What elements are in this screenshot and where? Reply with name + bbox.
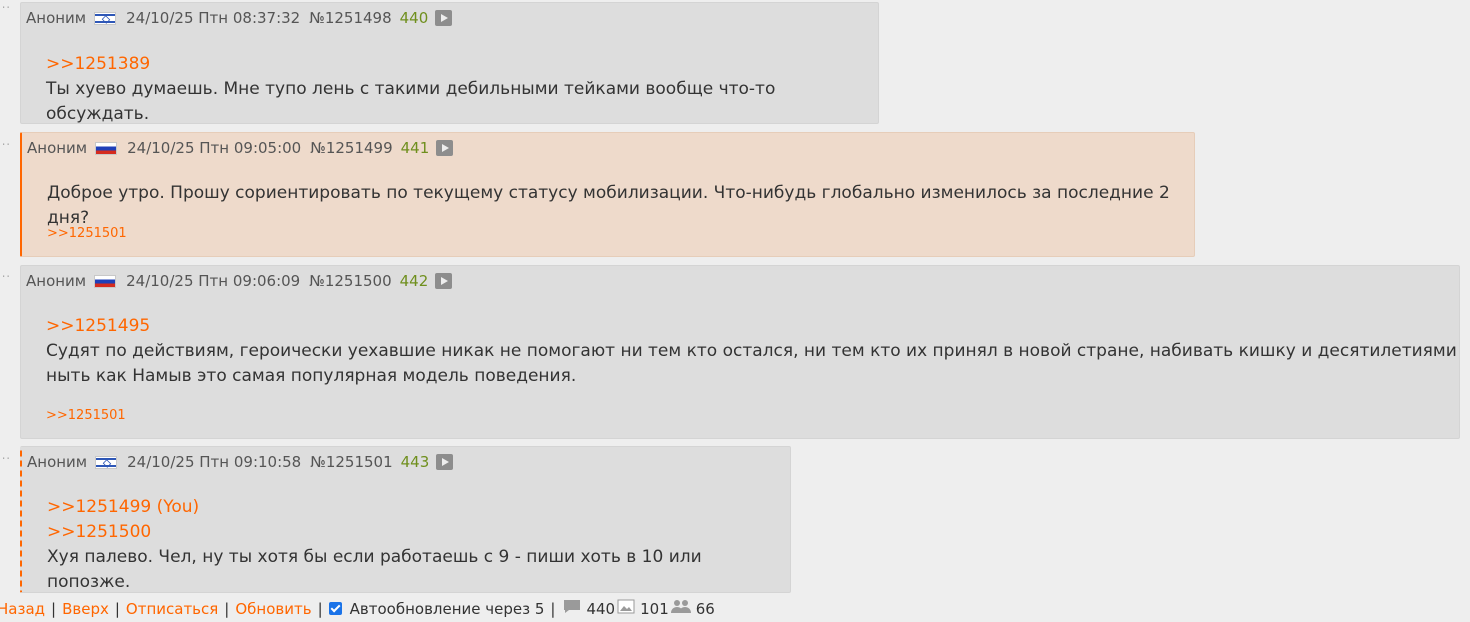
autoupdate-label: Автообновление через 5	[349, 599, 545, 618]
users-count: 66	[695, 599, 715, 618]
unsubscribe-link[interactable]: Отписаться	[126, 600, 218, 618]
post-body: Доброе утро. Прошу сориентировать по тек…	[47, 181, 1194, 231]
refresh-link[interactable]: Обновить	[235, 600, 311, 618]
users-count-icon	[670, 599, 691, 618]
post-text-line: Ты хуево думаешь. Мне тупо лень с такими…	[46, 79, 776, 124]
autoupdate-checkbox[interactable]	[328, 602, 342, 615]
separator: |	[51, 599, 57, 618]
up-link[interactable]: Вверх	[62, 600, 109, 618]
post-body: >>1251499 (You) >>1251500 Хуя палево. Че…	[47, 495, 790, 595]
post-box: Аноним 24/10/25 Птн 09:05:00 №1251499 44…	[20, 132, 1195, 257]
separator: |	[224, 599, 230, 618]
separator: |	[317, 599, 323, 618]
post-text-line: Хуя палево. Чел, ну ты хотя бы если рабо…	[47, 547, 702, 592]
post-text-line: ныть как Намыв это самая популярная моде…	[46, 366, 577, 386]
answers-link[interactable]: >>1251501	[46, 408, 126, 423]
reply-ref-link[interactable]: >>1251389	[46, 52, 878, 77]
post-header: Аноним 24/10/25 Птн 08:37:32 №1251498 44…	[26, 9, 453, 27]
posts-count-icon	[563, 599, 581, 618]
poster-name: Аноним	[26, 272, 87, 290]
post-body: >>1251495 Судят по действиям, героически…	[46, 314, 1457, 389]
thread-nav-bar: Назад | Вверх | Отписаться | Обновить | …	[0, 599, 715, 618]
post-box: Аноним 24/10/25 Птн 09:10:58 №1251501 44…	[20, 446, 791, 593]
expand-post-icon[interactable]	[436, 454, 454, 470]
post-number[interactable]: №1251501	[310, 453, 392, 471]
post-index: 441	[400, 139, 430, 157]
drag-dots-icon[interactable]: ⋅⋅	[2, 271, 11, 282]
israel-flag-icon	[95, 455, 118, 469]
post-date: 24/10/25 Птн 08:37:32	[126, 9, 301, 27]
images-count-icon	[617, 599, 635, 618]
posts-count: 440	[586, 599, 616, 618]
poster-name: Аноним	[26, 9, 87, 27]
expand-post-icon[interactable]	[436, 140, 454, 156]
post-date: 24/10/25 Птн 09:10:58	[127, 453, 302, 471]
post-index: 440	[399, 9, 429, 27]
post-number[interactable]: №1251500	[309, 272, 391, 290]
post-number[interactable]: №1251499	[310, 139, 392, 157]
post-box: Аноним 24/10/25 Птн 08:37:32 №1251498 44…	[20, 2, 879, 124]
drag-dots-icon[interactable]: ⋅⋅	[2, 453, 11, 464]
post-text-line: Доброе утро. Прошу сориентировать по тек…	[47, 183, 1170, 228]
drag-dots-icon[interactable]: ⋅⋅	[2, 139, 11, 150]
post-number[interactable]: №1251498	[309, 9, 391, 27]
russia-flag-icon	[94, 274, 117, 288]
post-text-line: Судят по действиям, героически уехавшие …	[46, 341, 1457, 361]
expand-post-icon[interactable]	[435, 273, 453, 289]
back-link[interactable]: Назад	[0, 600, 45, 618]
expand-post-icon[interactable]	[435, 10, 453, 26]
reply-ref-link[interactable]: >>1251499 (You)	[47, 495, 790, 520]
separator: |	[550, 599, 556, 618]
poster-name: Аноним	[27, 139, 88, 157]
post-date: 24/10/25 Птн 09:06:09	[126, 272, 301, 290]
post-index: 443	[400, 453, 430, 471]
russia-flag-icon	[95, 141, 118, 155]
poster-name: Аноним	[27, 453, 88, 471]
post-body: >>1251389 Ты хуево думаешь. Мне тупо лен…	[46, 52, 878, 127]
answers-link[interactable]: >>1251501	[47, 226, 127, 241]
post-box: Аноним 24/10/25 Птн 09:06:09 №1251500 44…	[20, 265, 1460, 439]
images-count: 101	[640, 599, 669, 618]
drag-dots-icon[interactable]: ⋅⋅	[2, 2, 11, 13]
reply-ref-link[interactable]: >>1251500	[47, 520, 790, 545]
post-date: 24/10/25 Птн 09:05:00	[127, 139, 302, 157]
separator: |	[114, 599, 120, 618]
post-header: Аноним 24/10/25 Птн 09:06:09 №1251500 44…	[26, 272, 453, 290]
post-header: Аноним 24/10/25 Птн 09:10:58 №1251501 44…	[27, 453, 454, 471]
post-index: 442	[399, 272, 429, 290]
israel-flag-icon	[94, 11, 117, 25]
reply-ref-link[interactable]: >>1251495	[46, 314, 1457, 339]
post-header: Аноним 24/10/25 Птн 09:05:00 №1251499 44…	[27, 139, 454, 157]
